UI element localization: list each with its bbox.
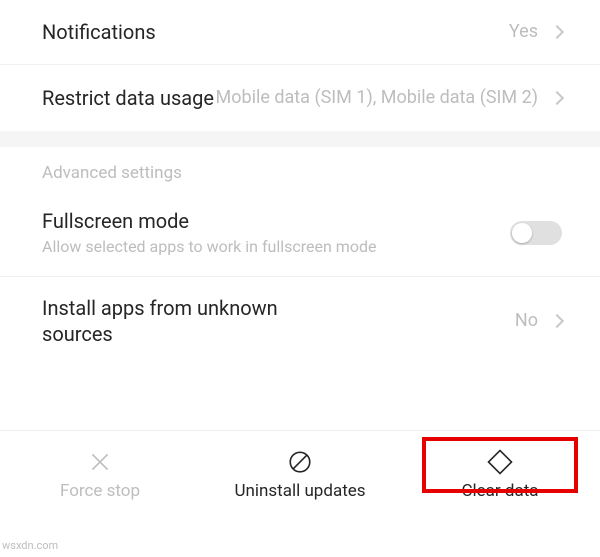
notifications-value: Yes [156,20,538,43]
chevron-right-icon [550,25,564,39]
bottom-action-bar: Force stop Uninstall updates Clear data [0,430,600,557]
row-notifications[interactable]: Notifications Yes [0,0,600,65]
prohibit-icon [287,449,313,475]
unknown-label: Install apps from unknown sources [42,295,302,347]
chevron-right-icon [550,314,564,328]
force-stop-label: Force stop [60,481,140,501]
x-icon [87,449,113,475]
uninstall-updates-button[interactable]: Uninstall updates [200,441,400,509]
force-stop-button: Force stop [0,441,200,509]
eraser-icon [487,449,513,475]
uninstall-updates-label: Uninstall updates [234,481,365,501]
row-fullscreen-mode[interactable]: Fullscreen mode Allow selected apps to w… [0,191,600,277]
chevron-right-icon [550,91,564,105]
row-unknown-sources[interactable]: Install apps from unknown sources No [0,277,600,365]
restrict-value: Mobile data (SIM 1), Mobile data (SIM 2) [214,86,538,109]
restrict-label: Restrict data usage [42,85,214,111]
section-header-advanced: Advanced settings [0,147,600,191]
clear-data-label: Clear data [461,481,538,501]
fullscreen-toggle[interactable] [510,221,562,245]
row-restrict-data[interactable]: Restrict data usage Mobile data (SIM 1),… [0,65,600,131]
watermark: wsxdn.com [0,539,58,552]
unknown-value: No [515,310,538,331]
fullscreen-label: Fullscreen mode [42,209,510,233]
clear-data-button[interactable]: Clear data [400,441,600,509]
section-divider [0,131,600,147]
fullscreen-sub: Allow selected apps to work in fullscree… [42,237,510,258]
notifications-label: Notifications [42,20,156,44]
